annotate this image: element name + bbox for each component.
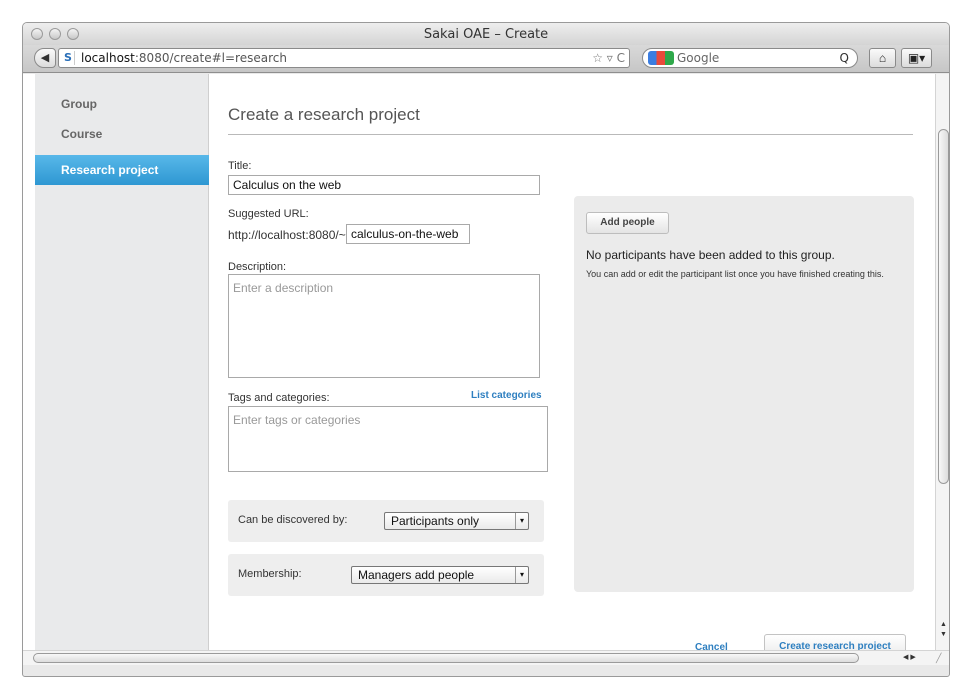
home-button[interactable]: ⌂ xyxy=(869,48,896,68)
address-url: localhost:8080/create#l=research xyxy=(81,51,287,65)
search-bar[interactable]: Google Q xyxy=(642,48,858,68)
sidebar-item-group[interactable]: Group xyxy=(35,89,209,119)
address-bar[interactable]: S localhost:8080/create#l=research ☆ ▿ C xyxy=(58,48,630,68)
bookmark-star-icon[interactable]: ☆ ▿ C xyxy=(592,49,625,67)
membership-select[interactable]: Managers add people ▾ xyxy=(351,566,529,584)
title-input[interactable] xyxy=(228,175,540,195)
dropdown-arrow-icon: ▾ xyxy=(515,567,528,583)
page-content: Group Course Research project Create a r… xyxy=(23,74,935,660)
description-textarea[interactable]: Enter a description xyxy=(228,274,540,378)
create-form-area: Create a research project Title: Suggest… xyxy=(210,74,923,660)
list-categories-link[interactable]: List categories xyxy=(471,390,542,401)
search-icon[interactable]: Q xyxy=(840,49,849,67)
url-label: Suggested URL: xyxy=(228,208,309,220)
scroll-arrows-icon[interactable]: ▲ ▼ xyxy=(938,620,949,640)
page-title: Create a research project xyxy=(228,105,420,124)
add-people-button[interactable]: Add people xyxy=(586,212,669,234)
back-button[interactable]: ◀ xyxy=(34,48,56,68)
url-slug-input[interactable] xyxy=(346,224,470,244)
description-label: Description: xyxy=(228,261,287,273)
search-engine-label: Google xyxy=(677,51,720,65)
tags-input[interactable]: Enter tags or categories xyxy=(228,406,548,472)
no-participants-message: No participants have been added to this … xyxy=(586,248,835,262)
discover-selected-value: Participants only xyxy=(391,514,480,528)
discover-label: Can be discovered by: xyxy=(238,514,348,526)
google-logo-icon[interactable] xyxy=(648,51,674,65)
membership-panel: Membership: Managers add people ▾ xyxy=(228,554,544,596)
sidebar-item-research-project[interactable]: Research project xyxy=(35,155,209,185)
dropdown-arrow-icon: ▾ xyxy=(515,513,528,529)
horizontal-scrollbar[interactable]: ◀ ▶ ╱ xyxy=(23,650,949,665)
home-icon: ⌂ xyxy=(878,51,887,65)
title-label: Title: xyxy=(228,160,252,172)
horizontal-scroll-thumb[interactable] xyxy=(33,653,859,663)
bookmarks-icon: ▣▾ xyxy=(907,51,926,65)
browser-toolbar: ◀ S localhost:8080/create#l=research ☆ ▿… xyxy=(23,45,949,73)
window-title: Sakai OAE – Create xyxy=(423,27,549,42)
membership-label: Membership: xyxy=(238,568,302,580)
tags-label: Tags and categories: xyxy=(228,392,330,404)
resize-grip-icon[interactable]: ╱ xyxy=(936,651,941,665)
url-prefix: http://localhost:8080/~ xyxy=(228,228,346,242)
back-arrow-icon: ◀ xyxy=(40,52,50,64)
participants-panel: Add people No participants have been add… xyxy=(574,196,914,592)
site-favicon-icon: S xyxy=(62,51,75,65)
sidebar: Group Course Research project xyxy=(35,74,209,650)
discover-select[interactable]: Participants only ▾ xyxy=(384,512,529,530)
vertical-scrollbar[interactable]: ▲ ▼ xyxy=(935,74,949,650)
sidebar-item-course[interactable]: Course xyxy=(35,119,209,149)
participants-hint: You can add or edit the participant list… xyxy=(586,269,884,279)
browser-window: Sakai OAE – Create ◀ S localhost:8080/cr… xyxy=(22,22,950,677)
title-divider xyxy=(228,134,913,135)
bookmarks-menu-button[interactable]: ▣▾ xyxy=(901,48,932,68)
vertical-scroll-thumb[interactable] xyxy=(938,129,949,484)
membership-selected-value: Managers add people xyxy=(358,568,475,582)
title-bar: Sakai OAE – Create xyxy=(23,23,949,45)
discoverability-panel: Can be discovered by: Participants only … xyxy=(228,500,544,542)
horizontal-arrows-icon[interactable]: ◀ ▶ xyxy=(903,651,916,665)
